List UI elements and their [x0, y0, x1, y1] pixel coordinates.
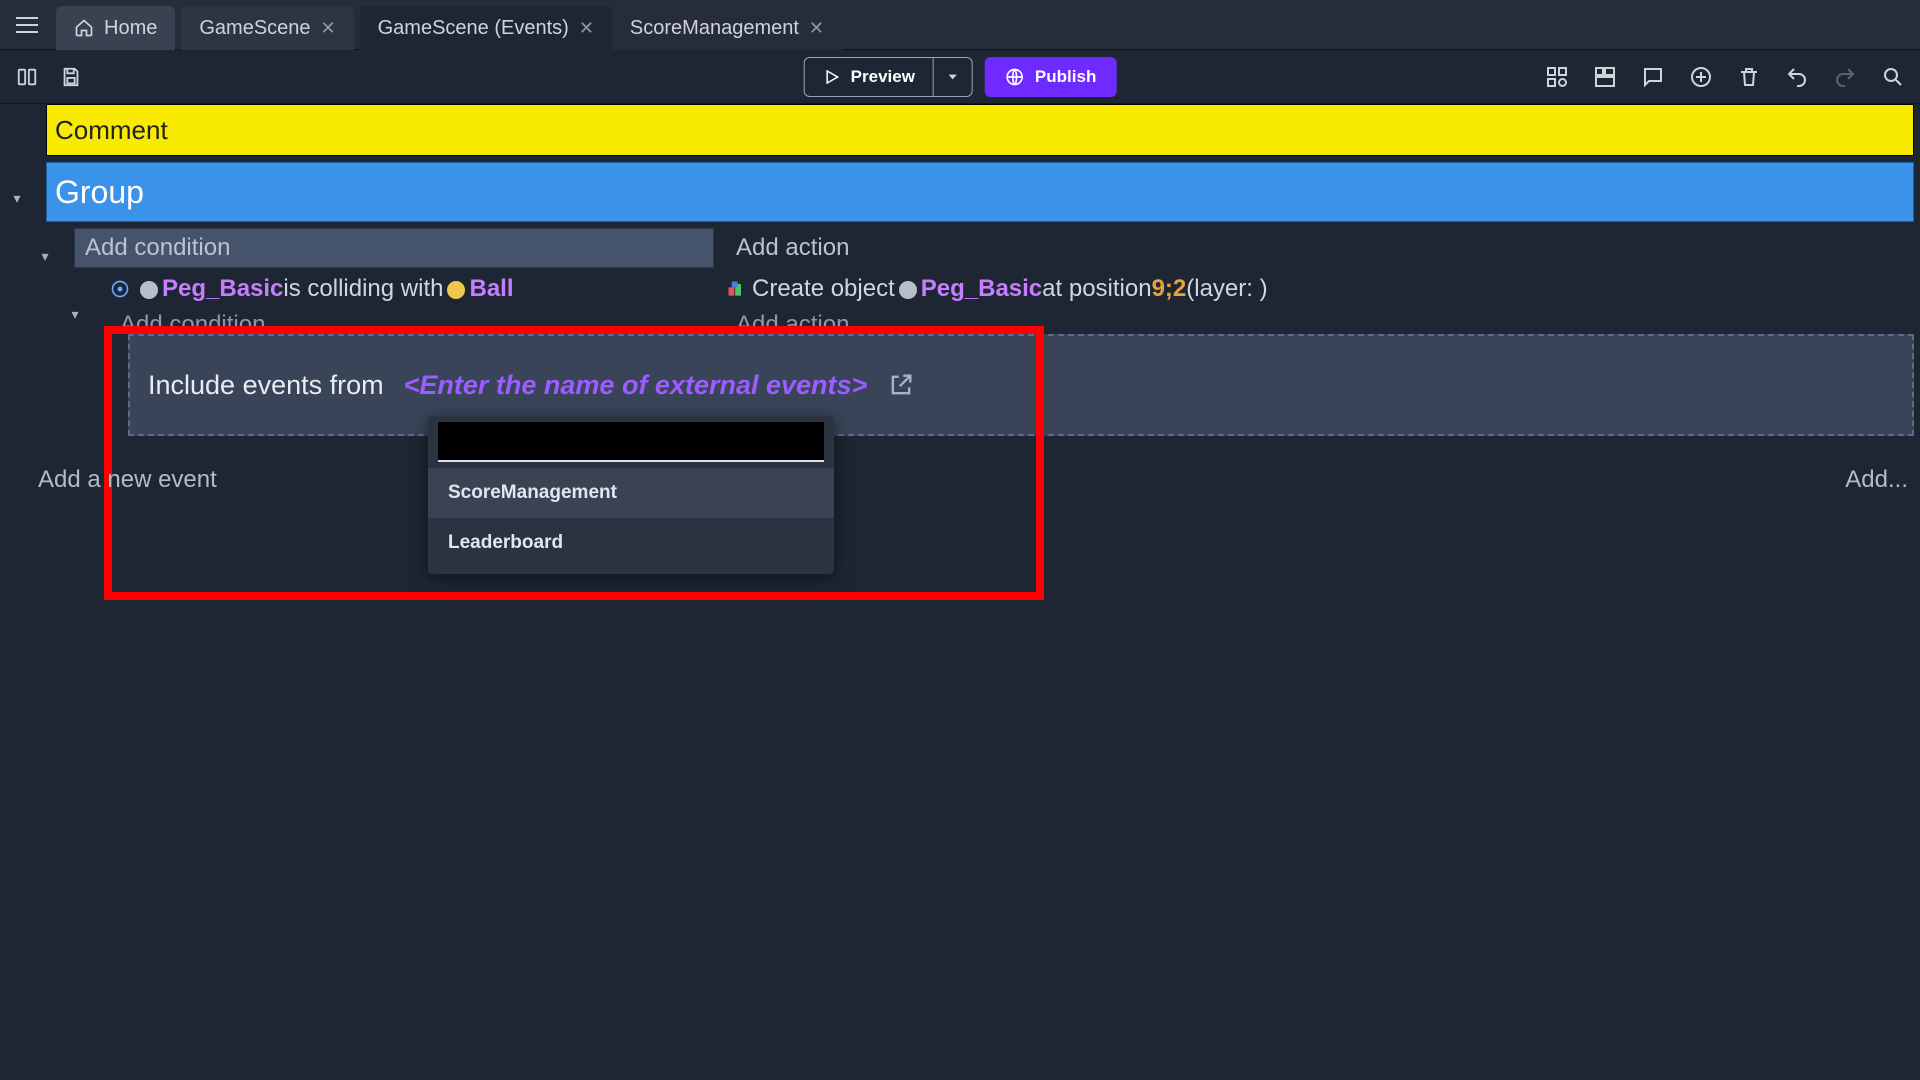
action-position: 9;2	[1152, 275, 1187, 303]
group-title: Group	[55, 174, 144, 211]
action-prefix: Create object	[752, 275, 895, 303]
external-events-dropdown: ScoreManagement Leaderboard	[428, 416, 834, 574]
events-editor: ▾ ▾ ▾ Comment Group Add condition Add ac…	[0, 104, 1920, 1080]
toolbar: Preview Publish	[0, 50, 1920, 104]
group-event[interactable]: Group	[46, 162, 1914, 222]
preview-label: Preview	[851, 67, 915, 87]
tab-gamescene-events[interactable]: GameScene (Events) ✕	[360, 6, 612, 50]
comment-text: Comment	[55, 115, 168, 146]
object-icon	[447, 281, 465, 299]
tab-scoremanagement-label: ScoreManagement	[630, 17, 799, 40]
preview-dropdown-button[interactable]	[933, 58, 972, 96]
chevron-down-icon	[946, 70, 960, 84]
close-icon[interactable]: ✕	[579, 18, 594, 39]
open-groups-button[interactable]	[1592, 64, 1618, 90]
panel-toggle-button[interactable]	[14, 64, 40, 90]
tab-scoremanagement[interactable]: ScoreManagement ✕	[612, 6, 842, 50]
add-condition-label: Add condition	[75, 234, 230, 262]
open-objects-button[interactable]	[1544, 64, 1570, 90]
redo-button[interactable]	[1832, 64, 1858, 90]
preview-button[interactable]: Preview	[805, 67, 933, 87]
object-icon	[140, 281, 158, 299]
tab-gamescene[interactable]: GameScene ✕	[181, 6, 353, 50]
close-icon[interactable]: ✕	[321, 18, 336, 39]
search-button[interactable]	[1880, 64, 1906, 90]
action-suffix: (layer: )	[1186, 275, 1267, 303]
add-action-cell[interactable]: Add action	[726, 228, 849, 268]
open-external-icon[interactable]	[887, 371, 915, 399]
action-object: Peg_Basic	[921, 275, 1042, 303]
condition-object-1: Peg_Basic	[162, 275, 283, 303]
action-mid: at position	[1042, 275, 1151, 303]
action-row[interactable]: Create object Peg_Basic at position 9;2 …	[726, 270, 1268, 308]
undo-button[interactable]	[1784, 64, 1810, 90]
behavior-icon	[110, 279, 130, 299]
add-new-event-button[interactable]: Add a new event	[38, 466, 217, 494]
hamburger-icon	[16, 17, 38, 33]
play-icon	[823, 68, 841, 86]
comment-event[interactable]: Comment	[46, 104, 1914, 156]
condition-text: is colliding with	[283, 275, 443, 303]
fold-toggle[interactable]: ▾	[66, 306, 84, 323]
add-button[interactable]	[1688, 64, 1714, 90]
add-condition-cell[interactable]: Add condition	[74, 228, 714, 268]
tab-bar: Home GameScene ✕ GameScene (Events) ✕ Sc…	[0, 0, 1920, 50]
object-icon	[899, 281, 917, 299]
condition-object-2: Ball	[469, 275, 513, 303]
close-icon[interactable]: ✕	[809, 18, 824, 39]
globe-icon	[1005, 67, 1025, 87]
fold-toggle[interactable]: ▾	[36, 248, 54, 265]
tab-home-label: Home	[104, 17, 157, 40]
include-events-block[interactable]: Include events from <Enter the name of e…	[128, 334, 1914, 436]
preview-button-group: Preview	[804, 57, 973, 97]
main-menu-button[interactable]	[4, 0, 50, 49]
condition-row[interactable]: Peg_Basic is colliding with Ball	[110, 270, 514, 308]
tab-gamescene-label: GameScene	[199, 17, 310, 40]
tab-gamescene-events-label: GameScene (Events)	[378, 17, 569, 40]
publish-label: Publish	[1035, 67, 1096, 87]
save-button[interactable]	[58, 64, 84, 90]
publish-button[interactable]: Publish	[985, 57, 1116, 97]
external-events-name-input[interactable]: <Enter the name of external events>	[400, 368, 872, 403]
delete-button[interactable]	[1736, 64, 1762, 90]
dropdown-search-input[interactable]	[438, 422, 824, 462]
create-object-icon	[726, 279, 746, 299]
home-icon	[74, 18, 94, 38]
tab-home[interactable]: Home	[56, 6, 175, 50]
add-action-label: Add action	[726, 234, 849, 262]
include-events-label: Include events from	[148, 370, 384, 401]
comments-button[interactable]	[1640, 64, 1666, 90]
add-event-menu-button[interactable]: Add...	[1845, 466, 1908, 494]
dropdown-item-scoremanagement[interactable]: ScoreManagement	[428, 468, 834, 518]
dropdown-item-leaderboard[interactable]: Leaderboard	[428, 518, 834, 568]
fold-toggle[interactable]: ▾	[8, 190, 26, 207]
